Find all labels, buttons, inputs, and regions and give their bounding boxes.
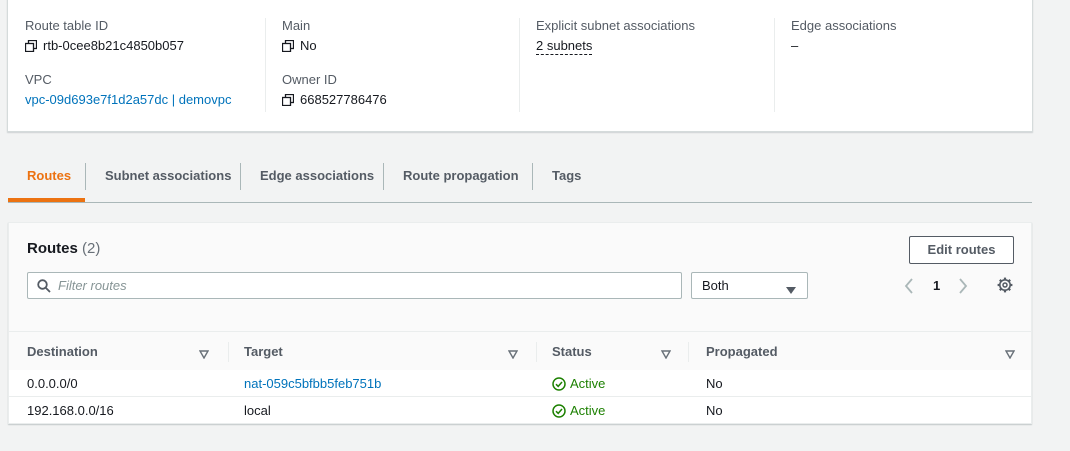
details-column-2: Main No Owner ID 668527786476 — [265, 18, 519, 112]
column-header-propagated[interactable]: Propagated — [706, 332, 778, 372]
tab-divider — [532, 163, 533, 190]
cell-destination: 192.168.0.0/16 — [27, 403, 114, 418]
sort-icon[interactable] — [1004, 347, 1016, 362]
tab-route-propagation[interactable]: Route propagation — [403, 163, 519, 189]
routes-title-text: Routes — [27, 240, 78, 257]
tab-subnet-associations[interactable]: Subnet associations — [105, 163, 231, 189]
cell-target-link[interactable]: nat-059c5bfbb5feb751b — [244, 370, 381, 397]
details-column-3: Explicit subnet associations 2 subnets — [519, 18, 774, 112]
caret-down-icon — [786, 282, 796, 297]
tab-divider — [240, 163, 241, 190]
routes-table-header: Destination Target Status Propagated — [9, 331, 1031, 371]
details-column-4: Edge associations – — [774, 18, 1024, 112]
tab-routes[interactable]: Routes — [27, 163, 71, 189]
copy-icon[interactable] — [25, 40, 37, 52]
filter-routes-field[interactable] — [27, 272, 682, 299]
filter-routes-input[interactable] — [58, 276, 658, 295]
page-number[interactable]: 1 — [933, 278, 940, 294]
vpc-link[interactable]: vpc-09d693e7f1d2a57dc | demovpc — [25, 92, 231, 108]
details-column-1: Route table ID rtb-0cee8b21c4850b057 VPC… — [25, 18, 265, 112]
explicit-subnet-row: 2 subnets — [536, 38, 774, 55]
explicit-subnet-link[interactable]: 2 subnets — [536, 38, 593, 55]
sort-icon[interactable] — [198, 347, 210, 362]
main-label: Main — [282, 18, 311, 33]
tab-tags[interactable]: Tags — [552, 163, 581, 189]
edge-associations-value: – — [791, 38, 799, 53]
owner-id-label: Owner ID — [282, 72, 337, 87]
sort-icon[interactable] — [507, 347, 519, 362]
routes-header: Routes (2) Edit routes Both 1 — [9, 223, 1031, 331]
route-type-select[interactable]: Both — [691, 272, 808, 299]
cell-status: Active — [552, 370, 605, 397]
owner-id-row: 668527786476 — [282, 92, 519, 108]
main-value: No — [300, 38, 317, 53]
edit-routes-button[interactable]: Edit routes — [909, 236, 1014, 264]
explicit-subnet-label: Explicit subnet associations — [536, 18, 695, 33]
route-table-id: rtb-0cee8b21c4850b057 — [43, 38, 184, 53]
status-text: Active — [570, 403, 606, 418]
tab-divider — [85, 163, 86, 190]
chevron-left-icon[interactable] — [904, 278, 914, 297]
column-divider — [228, 342, 229, 362]
column-header-destination[interactable]: Destination — [27, 332, 98, 372]
cell-target: local — [244, 403, 271, 418]
sort-icon[interactable] — [660, 347, 672, 362]
tab-divider — [383, 163, 384, 190]
vpc-label: VPC — [25, 72, 52, 87]
main-value-row: No — [282, 38, 519, 54]
tab-bar: Routes Subnet associations Edge associat… — [8, 150, 1032, 203]
cell-propagated: No — [706, 376, 723, 391]
check-circle-icon — [552, 403, 566, 418]
routes-count: (2) — [82, 240, 101, 257]
routes-container: Routes (2) Edit routes Both 1 — [8, 222, 1032, 424]
chevron-right-icon[interactable] — [958, 278, 968, 297]
route-table-id-label: Route table ID — [25, 18, 109, 33]
cell-propagated: No — [706, 403, 723, 418]
edge-associations-label: Edge associations — [791, 18, 897, 33]
tab-edge-associations[interactable]: Edge associations — [260, 163, 374, 189]
cell-destination: 0.0.0.0/0 — [27, 376, 78, 391]
routes-title: Routes (2) — [27, 239, 100, 259]
column-divider — [688, 342, 689, 362]
copy-icon[interactable] — [282, 94, 294, 106]
search-icon — [37, 279, 51, 296]
column-divider — [536, 342, 537, 362]
pagination: 1 — [904, 276, 984, 296]
owner-id: 668527786476 — [300, 92, 387, 107]
column-header-status[interactable]: Status — [552, 332, 592, 372]
route-type-select-value: Both — [702, 278, 729, 293]
check-circle-icon — [552, 376, 566, 391]
table-row[interactable]: 192.168.0.0/16 local Active No — [9, 397, 1031, 424]
copy-icon[interactable] — [282, 40, 294, 52]
route-table-id-value: rtb-0cee8b21c4850b057 — [25, 38, 265, 54]
vpc-value: vpc-09d693e7f1d2a57dc | demovpc — [25, 92, 265, 108]
cell-status: Active — [552, 397, 605, 424]
status-text: Active — [570, 376, 606, 391]
table-row[interactable]: 0.0.0.0/0 nat-059c5bfbb5feb751b Active N… — [9, 370, 1031, 397]
active-tab-indicator — [8, 198, 85, 202]
route-table-details-panel: Route table ID rtb-0cee8b21c4850b057 VPC… — [7, 0, 1033, 132]
column-header-target[interactable]: Target — [244, 332, 283, 372]
gear-icon[interactable] — [997, 277, 1013, 296]
